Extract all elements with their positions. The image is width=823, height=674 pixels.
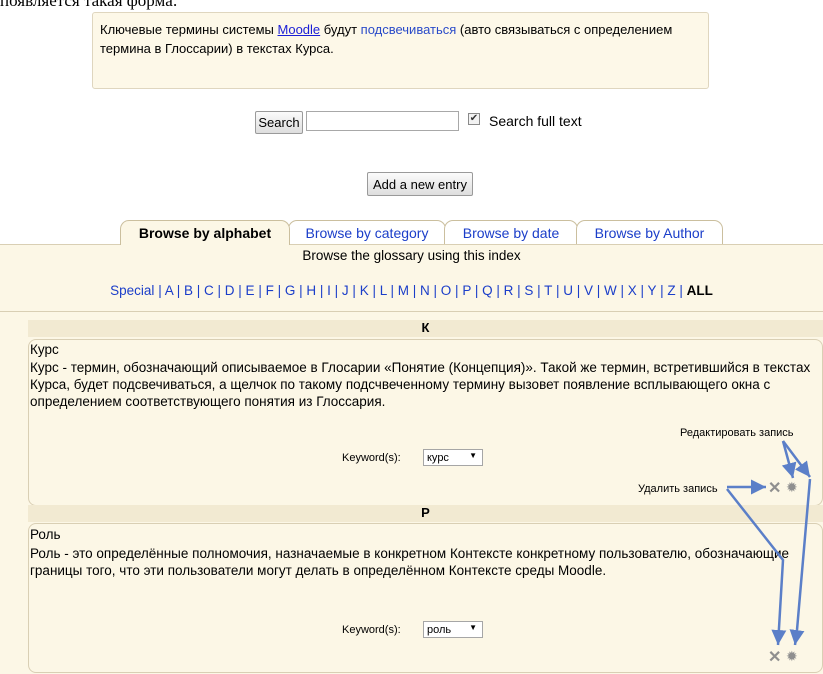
annotation-arrows [726,440,812,646]
tab-browse-alphabet[interactable]: Browse by alphabet [120,220,290,245]
arrow-delete-2 [726,488,787,646]
arrow-edit-2 [789,478,812,646]
